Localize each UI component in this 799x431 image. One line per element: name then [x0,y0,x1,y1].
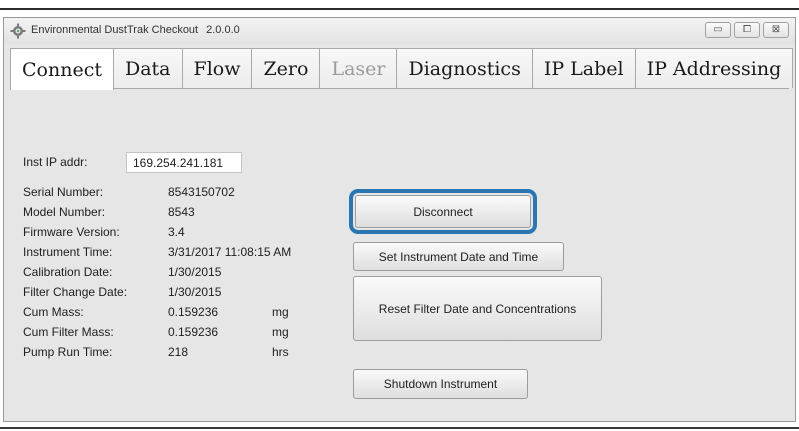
close-button[interactable]: ⊠ [763,22,789,38]
tab-diagnostics[interactable]: Diagnostics [396,48,533,88]
tab-flow[interactable]: Flow [181,48,253,88]
cum-filter-mass-value: 0.159236 [168,325,219,339]
window-title-text: Environmental DustTrak Checkout [31,24,199,36]
cum-filter-mass-unit: mg [272,325,289,339]
tab-bar: Connect Data Flow Zero Laser Diagnostics… [10,48,794,90]
app-logo-icon [10,23,26,39]
bottom-border-line [0,427,799,429]
pump-run-time-label: Pump Run Time: [23,345,113,359]
instrument-time-label: Instrument Time: [23,245,113,259]
model-number-label: Model Number: [23,205,106,219]
window-controls: ▭ ⧠ ⊠ [705,22,789,38]
cum-mass-value: 0.159236 [168,305,219,319]
serial-number-label: Serial Number: [23,185,104,199]
pump-run-time-unit: hrs [272,345,289,359]
tab-ip-addressing[interactable]: IP Addressing [634,48,794,88]
maximize-button[interactable]: ⧠ [734,22,760,38]
filter-change-date-value: 1/30/2015 [168,285,222,299]
calibration-date-value: 1/30/2015 [168,265,222,279]
model-number-value: 8543 [168,205,195,219]
set-instrument-date-time-button[interactable]: Set Instrument Date and Time [353,242,564,271]
close-icon: ⊠ [771,24,781,35]
cum-mass-unit: mg [272,305,289,319]
cum-mass-label: Cum Mass: [23,305,84,319]
top-border-line [0,8,799,10]
ip-address-label: Inst IP addr: [23,155,88,169]
tab-data[interactable]: Data [112,48,183,88]
calibration-date-label: Calibration Date: [23,265,113,279]
minimize-button[interactable]: ▭ [705,22,731,38]
shutdown-instrument-button[interactable]: Shutdown Instrument [353,369,528,399]
window-title: Environmental DustTrak Checkout 2.0.0.0 [31,24,240,36]
instrument-time-value: 3/31/2017 11:08:15 AM [168,245,292,259]
maximize-icon: ⧠ [743,24,751,35]
minimize-icon: ▭ [713,24,723,35]
cum-filter-mass-label: Cum Filter Mass: [23,325,114,339]
firmware-version-value: 3.4 [168,225,185,239]
title-bar[interactable]: Environmental DustTrak Checkout 2.0.0.0 ▭… [4,18,795,44]
app-window: Environmental DustTrak Checkout 2.0.0.0 ▭… [3,17,796,422]
pump-run-time-value: 218 [168,345,189,359]
disconnect-button[interactable]: Disconnect [355,195,531,228]
tab-ip-label[interactable]: IP Label [531,48,636,88]
serial-number-value: 8543150702 [168,185,235,199]
window-version: 2.0.0.0 [206,24,240,36]
tab-laser: Laser [319,48,398,88]
tab-connect[interactable]: Connect [10,48,114,90]
filter-change-date-label: Filter Change Date: [23,285,128,299]
tab-zero[interactable]: Zero [251,48,321,88]
reset-filter-button[interactable]: Reset Filter Date and Concentrations [353,276,602,341]
connect-panel: Inst IP addr: 169.254.241.181 Serial Num… [10,88,789,415]
firmware-version-label: Firmware Version: [23,225,120,239]
ip-address-field[interactable]: 169.254.241.181 [126,152,242,173]
